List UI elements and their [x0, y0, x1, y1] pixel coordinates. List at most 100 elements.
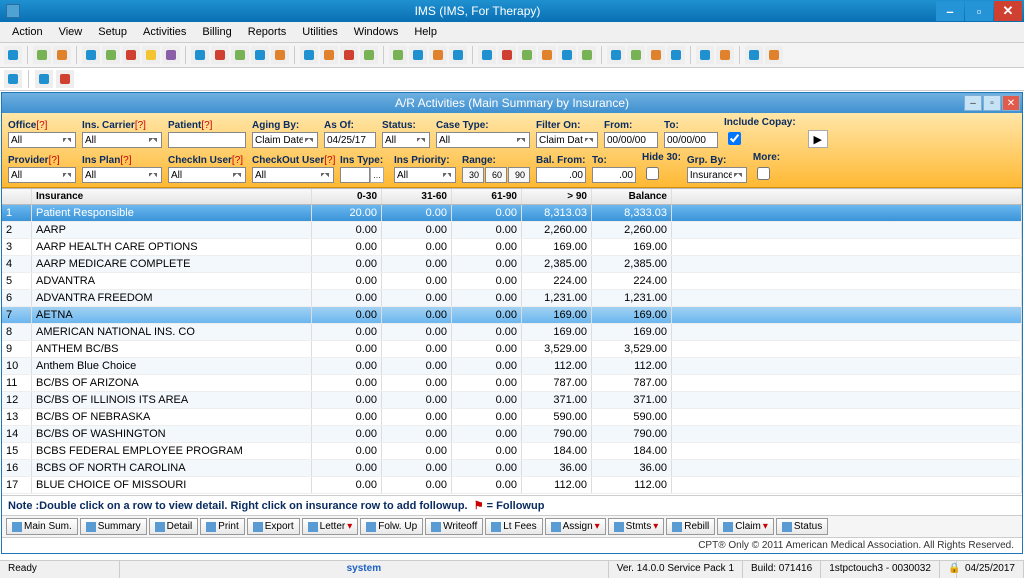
toolbar-icon[interactable]	[231, 46, 249, 64]
table-row[interactable]: 15BCBS FEDERAL EMPLOYEE PROGRAM0.000.000…	[2, 443, 1022, 460]
toolbar-icon[interactable]	[647, 46, 665, 64]
menu-help[interactable]: Help	[406, 24, 445, 40]
toolbar-icon[interactable]	[449, 46, 467, 64]
toolbar-icon[interactable]	[271, 46, 289, 64]
table-row[interactable]: 11BC/BS OF ARIZONA0.000.000.00787.00787.…	[2, 375, 1022, 392]
case-type-select[interactable]: All	[436, 132, 530, 148]
toolbar-icon[interactable]	[251, 46, 269, 64]
rebill-button[interactable]: Rebill	[666, 518, 715, 535]
checkout-user-select[interactable]: All	[252, 167, 334, 183]
filter-on-select[interactable]: Claim Date	[536, 132, 598, 148]
menu-billing[interactable]: Billing	[194, 24, 239, 40]
table-row[interactable]: 2AARP0.000.000.002,260.002,260.00	[2, 222, 1022, 239]
bal-to-input[interactable]	[592, 167, 636, 183]
ins-carrier-select[interactable]: All	[82, 132, 162, 148]
table-row[interactable]: 7AETNA0.000.000.00169.00169.00	[2, 307, 1022, 324]
menu-reports[interactable]: Reports	[240, 24, 295, 40]
table-row[interactable]: 1Patient Responsible20.000.000.008,313.0…	[2, 205, 1022, 222]
status-select[interactable]: All	[382, 132, 430, 148]
toolbar-icon[interactable]	[191, 46, 209, 64]
range-30-button[interactable]: 30	[462, 167, 484, 183]
toolbar-icon[interactable]	[360, 46, 378, 64]
col-rownum[interactable]	[2, 189, 32, 204]
restore-button[interactable]: ▫	[965, 1, 993, 21]
table-row[interactable]: 9ANTHEM BC/BS0.000.000.003,529.003,529.0…	[2, 341, 1022, 358]
office-select[interactable]: All	[8, 132, 76, 148]
toolbar-icon[interactable]	[765, 46, 783, 64]
patient-input[interactable]	[168, 132, 246, 148]
table-row[interactable]: 10Anthem Blue Choice0.000.000.00112.0011…	[2, 358, 1022, 375]
table-row[interactable]: 3AARP HEALTH CARE OPTIONS0.000.000.00169…	[2, 239, 1022, 256]
aging-by-select[interactable]: Claim Date	[252, 132, 318, 148]
lt-fees-button[interactable]: Lt Fees	[485, 518, 542, 535]
toolbar-icon[interactable]	[82, 46, 100, 64]
table-row[interactable]: 13BC/BS OF NEBRASKA0.000.000.00590.00590…	[2, 409, 1022, 426]
menu-view[interactable]: View	[51, 24, 91, 40]
menu-utilities[interactable]: Utilities	[294, 24, 345, 40]
table-row[interactable]: 4AARP MEDICARE COMPLETE0.000.000.002,385…	[2, 256, 1022, 273]
toolbar-icon[interactable]	[340, 46, 358, 64]
toolbar-icon[interactable]	[498, 46, 516, 64]
minimize-button[interactable]: –	[936, 1, 964, 21]
grid-body[interactable]: 1Patient Responsible20.000.000.008,313.0…	[2, 205, 1022, 495]
toolbar-icon[interactable]	[478, 46, 496, 64]
col-over-90[interactable]: > 90	[522, 189, 592, 204]
assign-button[interactable]: Assign▾	[545, 518, 606, 535]
col-0-30[interactable]: 0-30	[312, 189, 382, 204]
toolbar-icon[interactable]	[745, 46, 763, 64]
toolbar-icon[interactable]	[558, 46, 576, 64]
as-of-input[interactable]	[324, 132, 376, 148]
toolbar-icon[interactable]	[53, 46, 71, 64]
checkin-user-select[interactable]: All	[168, 167, 246, 183]
ins-type-lookup-icon[interactable]: …	[370, 167, 384, 183]
include-copay-checkbox[interactable]	[728, 132, 741, 145]
toolbar-icon[interactable]	[4, 46, 22, 64]
table-row[interactable]: 14BC/BS OF WASHINGTON0.000.000.00790.007…	[2, 426, 1022, 443]
range-60-button[interactable]: 60	[485, 167, 507, 183]
toolbar-icon[interactable]	[300, 46, 318, 64]
detail-button[interactable]: Detail	[149, 518, 199, 535]
to-input[interactable]	[664, 132, 718, 148]
toolbar-icon[interactable]	[627, 46, 645, 64]
toolbar-icon[interactable]	[607, 46, 625, 64]
toolbar-icon[interactable]	[33, 46, 51, 64]
toolbar-icon[interactable]	[142, 46, 160, 64]
toolbar-icon[interactable]	[538, 46, 556, 64]
sub-close-button[interactable]: ✕	[1002, 95, 1020, 111]
folw-up-button[interactable]: Folw. Up	[360, 518, 423, 535]
range-90-button[interactable]: 90	[508, 167, 530, 183]
menu-action[interactable]: Action	[4, 24, 51, 40]
grp-by-select[interactable]: Insurance	[687, 167, 747, 183]
provider-select[interactable]: All	[8, 167, 76, 183]
ins-plan-select[interactable]: All	[82, 167, 162, 183]
toolbar-icon[interactable]	[122, 46, 140, 64]
refresh-icon[interactable]	[4, 70, 22, 88]
toolbar-icon[interactable]	[320, 46, 338, 64]
bal-from-input[interactable]	[536, 167, 586, 183]
status-button[interactable]: Status	[776, 518, 828, 535]
menu-setup[interactable]: Setup	[90, 24, 135, 40]
sub-restore-button[interactable]: ▫	[983, 95, 1001, 111]
menu-activities[interactable]: Activities	[135, 24, 194, 40]
export-button[interactable]: Export	[247, 518, 300, 535]
toolbar-icon[interactable]	[409, 46, 427, 64]
toolbar-icon[interactable]	[162, 46, 180, 64]
toolbar-icon[interactable]	[716, 46, 734, 64]
toolbar-icon[interactable]	[102, 46, 120, 64]
toolbar-icon[interactable]	[667, 46, 685, 64]
from-input[interactable]	[604, 132, 658, 148]
table-row[interactable]: 8AMERICAN NATIONAL INS. CO0.000.000.0016…	[2, 324, 1022, 341]
letter-button[interactable]: Letter▾	[302, 518, 359, 535]
go-button[interactable]: ▶	[808, 130, 828, 148]
col-31-60[interactable]: 31-60	[382, 189, 452, 204]
stmts-button[interactable]: Stmts▾	[608, 518, 665, 535]
table-row[interactable]: 12BC/BS OF ILLINOIS ITS AREA0.000.000.00…	[2, 392, 1022, 409]
table-row[interactable]: 16BCBS OF NORTH CAROLINA0.000.000.0036.0…	[2, 460, 1022, 477]
sub-minimize-button[interactable]: –	[964, 95, 982, 111]
table-row[interactable]: 6ADVANTRA FREEDOM0.000.000.001,231.001,2…	[2, 290, 1022, 307]
more-checkbox[interactable]	[757, 167, 770, 180]
hide-30-checkbox[interactable]	[646, 167, 659, 180]
toolbar-icon[interactable]	[696, 46, 714, 64]
writeoff-button[interactable]: Writeoff	[425, 518, 483, 535]
toolbar-icon[interactable]	[389, 46, 407, 64]
